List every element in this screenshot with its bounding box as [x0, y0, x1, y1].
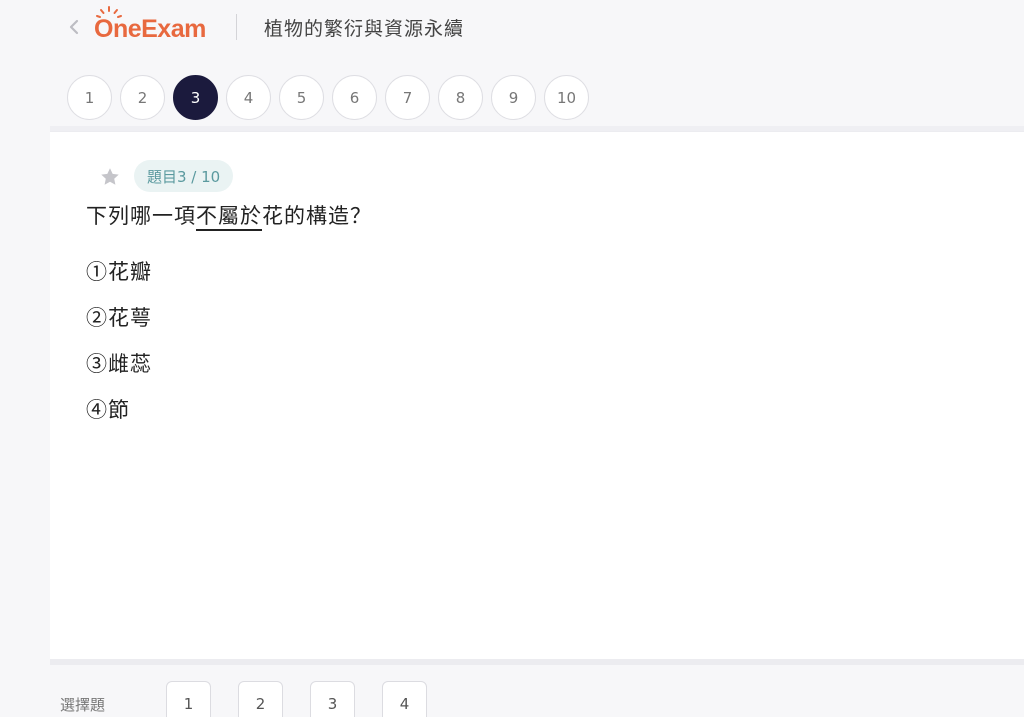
question-nav-button[interactable]: 9	[491, 75, 536, 120]
answer-choice-button[interactable]: 1	[166, 681, 211, 717]
question-nav-button[interactable]: 1	[67, 75, 112, 120]
header-divider	[236, 14, 237, 40]
oneexam-logo[interactable]: OneExam	[94, 6, 206, 44]
question-text-before: 下列哪一項	[86, 204, 196, 228]
question-nav-button[interactable]: 5	[279, 75, 324, 120]
question-nav-button[interactable]: 10	[544, 75, 589, 120]
question-text-after: 花的構造？	[262, 204, 372, 228]
question-type-label: 選擇題	[60, 696, 106, 714]
footer-divider	[50, 659, 1024, 665]
answer-option[interactable]: ③雌蕊	[86, 340, 152, 386]
answer-option[interactable]: ②花萼	[86, 294, 152, 340]
back-chevron-icon[interactable]	[64, 16, 84, 38]
answer-choice-button[interactable]: 2	[238, 681, 283, 717]
question-counter-badge: 題目3 / 10	[134, 160, 234, 192]
question-nav-button[interactable]: 3	[173, 75, 218, 120]
exam-title: 植物的繁衍與資源永續	[264, 18, 465, 40]
answer-choice-button[interactable]: 4	[382, 681, 427, 717]
question-nav-button[interactable]: 8	[438, 75, 483, 120]
question-nav-button[interactable]: 6	[332, 75, 377, 120]
question-nav-button[interactable]: 4	[226, 75, 271, 120]
question-nav-button[interactable]: 2	[120, 75, 165, 120]
favorite-star-icon[interactable]	[99, 166, 121, 188]
logo-text: OneExam	[94, 15, 206, 43]
answer-options: ①花瓣 ②花萼 ③雌蕊 ④節	[86, 248, 152, 432]
answer-option[interactable]: ①花瓣	[86, 248, 152, 294]
question-nav: 1 2 3 4 5 6 7 8 9 10	[67, 75, 589, 120]
header: OneExam 植物的繁衍與資源永續	[0, 0, 1024, 58]
question-text: 下列哪一項不屬於花的構造？	[86, 200, 372, 231]
answer-choice-button[interactable]: 3	[310, 681, 355, 717]
answer-option[interactable]: ④節	[86, 386, 152, 432]
question-text-underlined: 不屬於	[196, 204, 262, 231]
question-nav-button[interactable]: 7	[385, 75, 430, 120]
answer-buttons: 1234	[166, 681, 427, 717]
